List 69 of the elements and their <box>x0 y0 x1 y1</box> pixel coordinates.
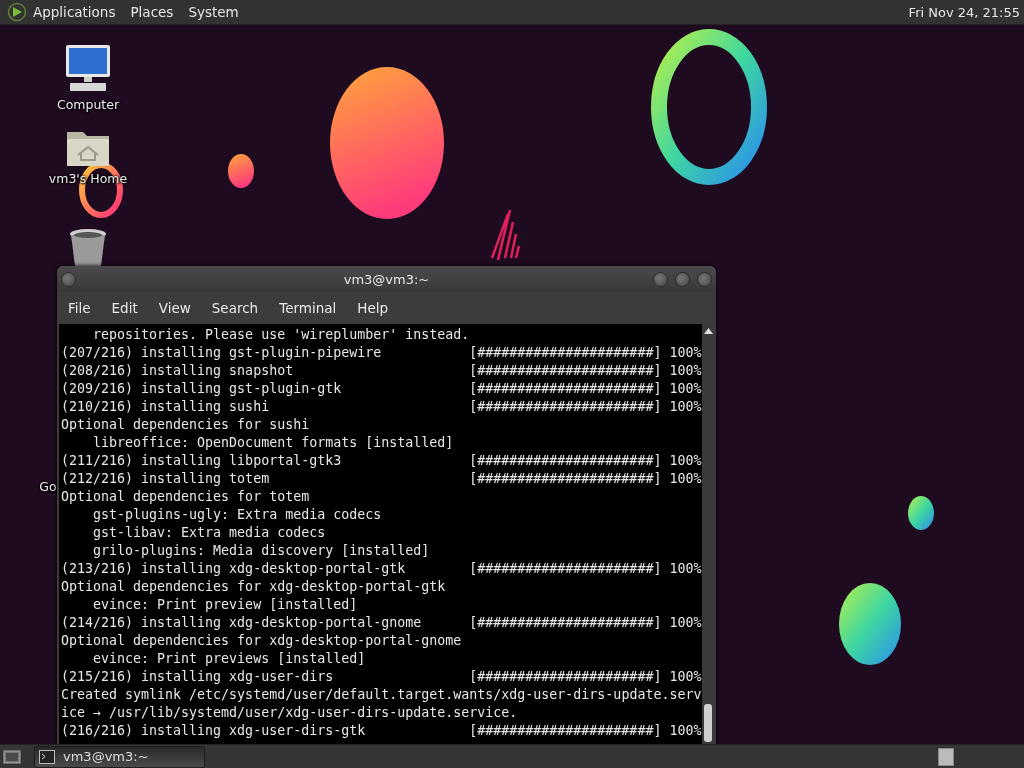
progress-bar-text: [######################] <box>469 470 662 488</box>
task-button[interactable]: vm3@vm3:~ <box>34 745 205 768</box>
terminal-icon <box>39 749 55 764</box>
scrollbar-thumb[interactable] <box>704 704 712 742</box>
progress-bar-text: [######################] <box>469 560 662 578</box>
percent-text: 100% <box>669 344 702 362</box>
terminal-line: (216/216) installing xdg-user-dirs-gtk <box>61 722 367 740</box>
terminal-line: (215/216) installing xdg-user-dirs <box>61 668 335 686</box>
close-button[interactable] <box>697 271 712 287</box>
terminal-line: gst-plugins-ugly: Extra media codecs <box>92 506 382 524</box>
menu-item[interactable]: Edit <box>107 300 146 316</box>
terminal-line: (211/216) installing libportal-gtk3 <box>61 452 343 470</box>
terminal-line: (209/216) installing gst-plugin-gtk <box>61 380 343 398</box>
minimize-button[interactable] <box>653 271 668 287</box>
terminal-line: (213/216) installing xdg-desktop-portal-gtk <box>61 560 407 578</box>
terminal-line: gst-libav: Extra media codecs <box>92 524 326 542</box>
panel-menu[interactable]: System <box>188 4 239 20</box>
progress-bar-text: [######################] <box>469 380 662 398</box>
terminal-line: libreoffice: OpenDocument formats [installed] <box>92 434 454 452</box>
terminal-line: (208/216) installing snapshot <box>61 362 295 380</box>
menu-item[interactable]: Search <box>207 300 267 316</box>
terminal-line: (210/216) installing sushi <box>61 398 271 416</box>
terminal-line: evince: Print previews [installed] <box>92 650 366 668</box>
progress-bar-text: [######################] <box>469 614 662 632</box>
terminal-line: (212/216) installing totem <box>61 470 271 488</box>
show-desktop-icon[interactable] <box>3 748 21 765</box>
percent-text: 100% <box>669 380 702 398</box>
maximize-button[interactable] <box>675 271 690 287</box>
terminal-line: Optional dependencies for sushi <box>61 416 310 434</box>
percent-text: 100% <box>669 362 702 380</box>
progress-bar-text: [######################] <box>469 668 662 686</box>
terminal-line: evince: Print preview [installed] <box>92 596 358 614</box>
terminal-line: grilo-plugins: Media discovery [installed] <box>92 542 430 560</box>
panel-menu[interactable]: Applications <box>33 4 116 20</box>
workspace-switcher[interactable] <box>938 747 954 766</box>
terminal-line: Optional dependencies for xdg-desktop-portal-gnome <box>61 632 462 650</box>
menu-item[interactable]: Terminal <box>275 300 345 316</box>
percent-text: 100% <box>669 452 702 470</box>
desktop-icon-label[interactable]: Computer <box>56 97 120 112</box>
desktop-icon-label[interactable]: Go <box>39 479 57 494</box>
progress-bar-text: [######################] <box>469 452 662 470</box>
terminal-line: Created symlink /etc/systemd/user/default.target.wants/xdg-user-dirs-update.serv <box>61 686 702 704</box>
menu-item[interactable]: File <box>64 300 99 316</box>
trash-icon[interactable] <box>68 228 108 266</box>
progress-bar-text: [######################] <box>469 344 662 362</box>
progress-bar-text: [######################] <box>469 722 662 740</box>
terminal-line: repositories. Please use 'wireplumber' instead. <box>92 326 470 344</box>
terminal-line: Optional dependencies for totem <box>61 488 310 506</box>
panel-menu[interactable]: Places <box>130 4 174 20</box>
window-title: vm3@vm3:~ <box>343 271 430 287</box>
scroll-up-icon[interactable] <box>703 328 713 334</box>
percent-text: 100% <box>669 398 702 416</box>
terminal-line: (214/216) installing xdg-desktop-portal-gnome <box>61 614 423 632</box>
scrollbar[interactable] <box>702 324 714 744</box>
progress-bar-text: [######################] <box>469 398 662 416</box>
percent-text: 100% <box>669 470 702 488</box>
play-icon[interactable] <box>7 2 27 22</box>
clock[interactable]: Fri Nov 24, 21:55 <box>908 4 1020 20</box>
window-menu-button[interactable] <box>61 271 76 287</box>
percent-text: 100% <box>669 722 702 740</box>
percent-text: 100% <box>669 668 702 686</box>
percent-text: 100% <box>669 560 702 578</box>
terminal-line: (207/216) installing gst-plugin-pipewire <box>61 344 383 362</box>
progress-bar-text: [######################] <box>469 362 662 380</box>
menu-item[interactable]: Help <box>353 300 397 316</box>
menu-item[interactable]: View <box>154 300 199 316</box>
terminal-line: ice → /usr/lib/systemd/user/xdg-user-dirs-update.service. <box>61 704 518 722</box>
percent-text: 100% <box>669 614 702 632</box>
terminal-line: Optional dependencies for xdg-desktop-portal-gtk <box>61 578 446 596</box>
